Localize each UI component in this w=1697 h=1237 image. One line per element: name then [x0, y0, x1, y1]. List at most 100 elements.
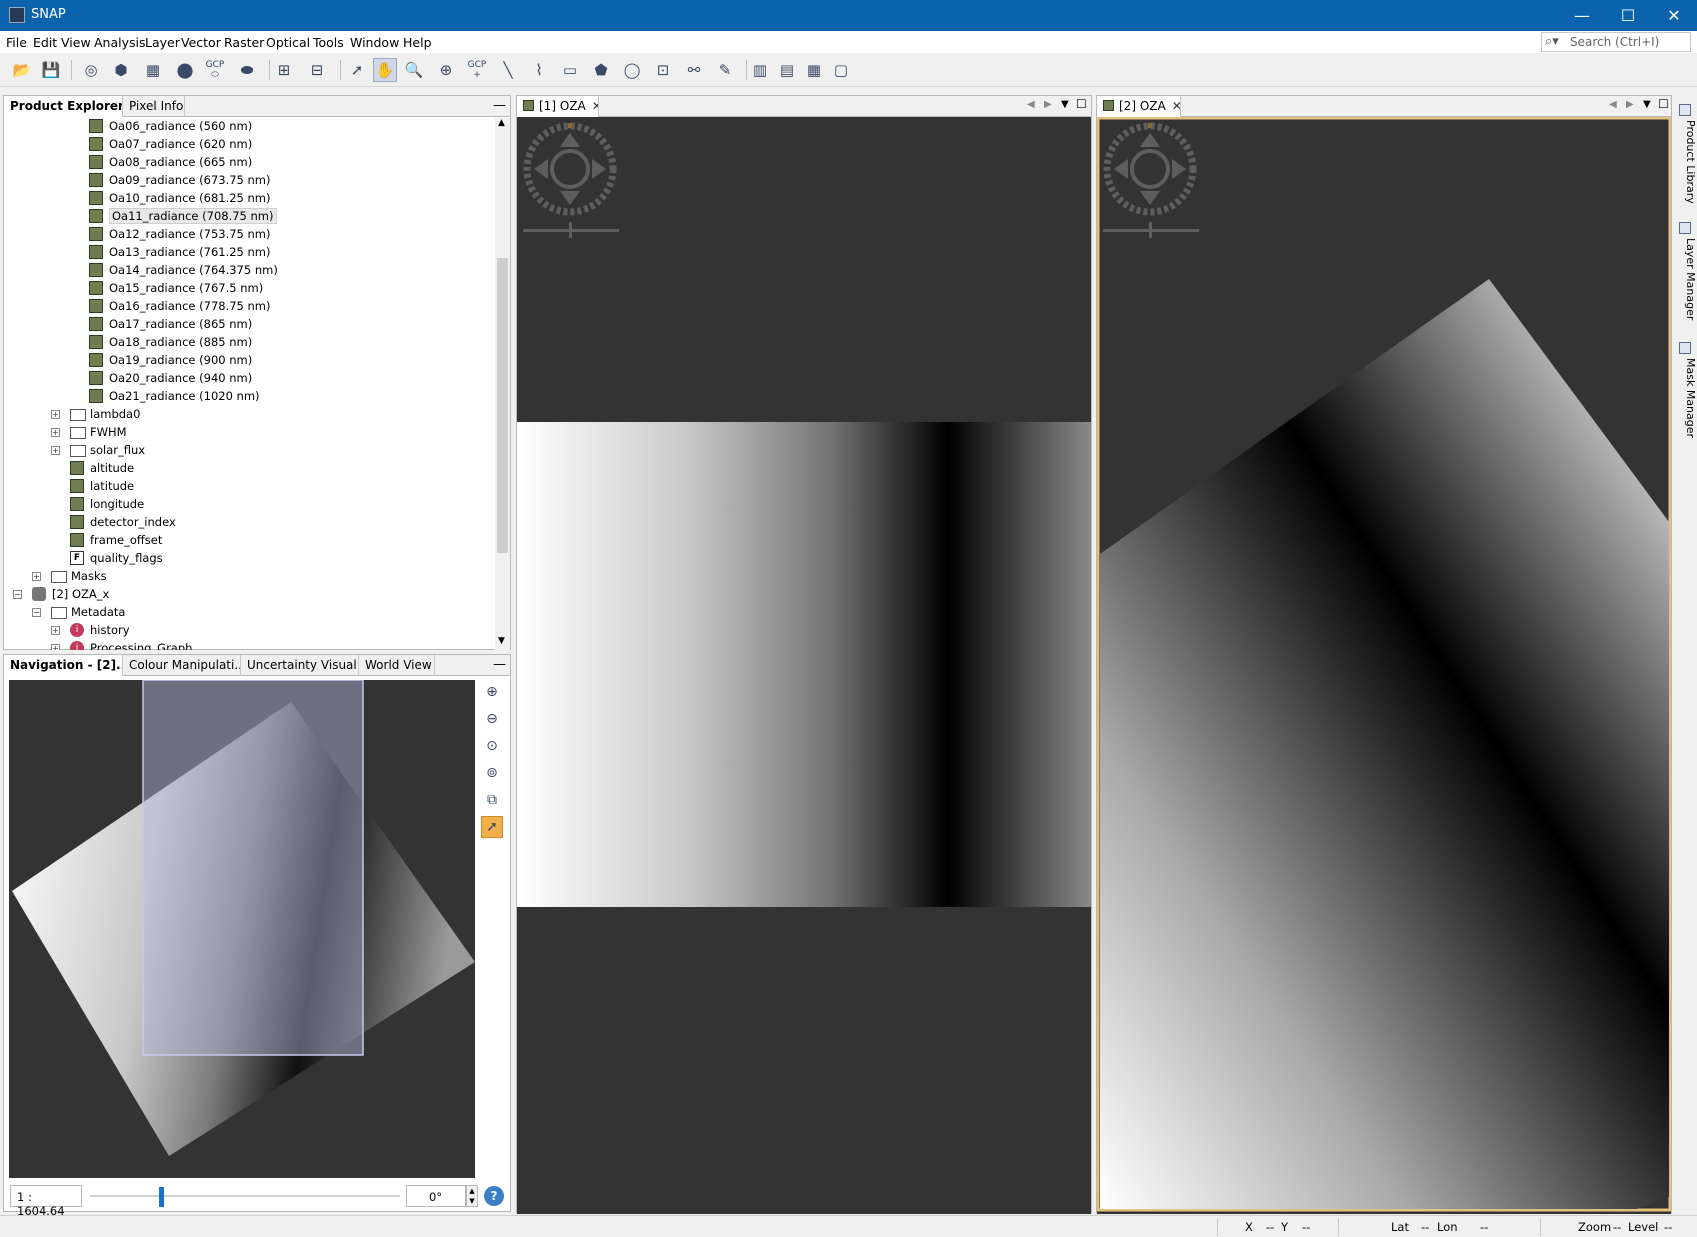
- maximize-view-icon[interactable]: ☐: [1658, 97, 1669, 111]
- side-tab-product-library[interactable]: Product Library: [1675, 104, 1697, 204]
- tab-uncertainty-visualisation[interactable]: Uncertainty Visual...: [241, 655, 359, 676]
- zoom-pixel-icon[interactable]: ⊙: [481, 735, 503, 757]
- tree-item[interactable]: Oa07_radiance (620 nm): [4, 136, 494, 154]
- close-button[interactable]: ✕: [1651, 0, 1697, 31]
- tile-single-icon[interactable]: ▢: [829, 58, 853, 82]
- menu-edit[interactable]: Edit: [33, 35, 57, 50]
- rotation-field[interactable]: 0°: [406, 1185, 466, 1207]
- tree-item[interactable]: Fquality_flags: [4, 550, 494, 568]
- search-box[interactable]: ⌕▾ Search (Ctrl+I): [1541, 32, 1691, 52]
- magic-wand-icon[interactable]: ⚯: [682, 58, 706, 82]
- session-icon[interactable]: ◎: [79, 58, 103, 82]
- navigation-overview-canvas[interactable]: [9, 680, 475, 1178]
- save-product-icon[interactable]: 💾: [39, 58, 63, 82]
- tree-item[interactable]: + solar_flux: [4, 442, 494, 460]
- tree-item[interactable]: Oa18_radiance (885 nm): [4, 334, 494, 352]
- ellipse-tool-icon[interactable]: ◯: [620, 58, 644, 82]
- polyline-tool-icon[interactable]: ⌇: [527, 58, 551, 82]
- zoom-all-icon[interactable]: ⊚: [481, 762, 503, 784]
- tab-scroll-left-icon[interactable]: ◀: [1609, 99, 1617, 110]
- tree-item[interactable]: − [2] OZA_x: [4, 586, 494, 604]
- tab-scroll-right-icon[interactable]: ▶: [1626, 99, 1634, 110]
- zoom-out-icon[interactable]: ⊖: [481, 708, 503, 730]
- gcp-manager-icon[interactable]: GCP ⬭: [203, 58, 227, 82]
- side-tab-mask-manager[interactable]: Mask Manager: [1675, 342, 1697, 442]
- tab-view-2-oza[interactable]: [2] OZA ✕: [1097, 96, 1181, 117]
- menu-window[interactable]: Window: [350, 35, 399, 50]
- range-finder-icon[interactable]: ⊡: [651, 58, 675, 82]
- tree-item[interactable]: Oa15_radiance (767.5 nm): [4, 280, 494, 298]
- expand-icon[interactable]: +: [32, 572, 41, 581]
- tab-view-1-oza[interactable]: [1] OZA ✕: [517, 96, 599, 117]
- help-icon[interactable]: ?: [484, 1186, 504, 1206]
- tab-list-icon[interactable]: ▼: [1061, 99, 1069, 110]
- gcp-placing-tool-icon[interactable]: GCP +: [465, 58, 489, 82]
- tree-item[interactable]: + lambda0: [4, 406, 494, 424]
- maximize-button[interactable]: ☐: [1605, 0, 1651, 31]
- batch-processing-icon[interactable]: ⊟: [305, 58, 329, 82]
- tree-item[interactable]: Oa21_radiance (1020 nm): [4, 388, 494, 406]
- tab-world-view[interactable]: World View: [359, 655, 435, 676]
- tree-item[interactable]: Oa13_radiance (761.25 nm): [4, 244, 494, 262]
- tree-item[interactable]: latitude: [4, 478, 494, 496]
- tab-scroll-right-icon[interactable]: ▶: [1044, 99, 1052, 110]
- tile-horizontally-icon[interactable]: ▥: [748, 58, 772, 82]
- tree-item[interactable]: Oa11_radiance (708.75 nm): [4, 208, 494, 226]
- tree-item[interactable]: Oa17_radiance (865 nm): [4, 316, 494, 334]
- expand-icon[interactable]: +: [51, 410, 60, 419]
- tree-item[interactable]: Oa12_radiance (753.75 nm): [4, 226, 494, 244]
- tab-navigation[interactable]: Navigation - [2]...✕: [4, 655, 123, 676]
- expand-icon[interactable]: +: [51, 446, 60, 455]
- tree-item[interactable]: + i Processing_Graph: [4, 640, 494, 650]
- tree-item[interactable]: Oa09_radiance (673.75 nm): [4, 172, 494, 190]
- graticule-icon[interactable]: ▦: [141, 58, 165, 82]
- tree-item[interactable]: Oa16_radiance (778.75 nm): [4, 298, 494, 316]
- minimize-panel-icon[interactable]: —: [493, 98, 506, 113]
- tree-item[interactable]: longitude: [4, 496, 494, 514]
- tree-item[interactable]: Oa19_radiance (900 nm): [4, 352, 494, 370]
- tab-scroll-left-icon[interactable]: ◀: [1027, 99, 1035, 110]
- tree-item[interactable]: Oa20_radiance (940 nm): [4, 370, 494, 388]
- tree-item[interactable]: + FWHM: [4, 424, 494, 442]
- menu-raster[interactable]: Raster: [224, 35, 264, 50]
- tree-item[interactable]: Oa14_radiance (764.375 nm): [4, 262, 494, 280]
- pan-tool-icon[interactable]: ✋: [373, 58, 397, 82]
- menu-optical[interactable]: Optical: [266, 35, 310, 50]
- view1-image-canvas[interactable]: [517, 117, 1091, 1214]
- tree-item[interactable]: Oa06_radiance (560 nm): [4, 118, 494, 136]
- tile-evenly-icon[interactable]: ▦: [802, 58, 826, 82]
- scroll-down-icon[interactable]: ▼: [498, 636, 505, 646]
- zoom-tool-icon[interactable]: 🔍: [402, 58, 426, 82]
- tree-item[interactable]: altitude: [4, 460, 494, 478]
- collapse-icon[interactable]: −: [32, 608, 41, 617]
- magic-stick-icon[interactable]: ✎: [713, 58, 737, 82]
- graph-builder-icon[interactable]: ⊞: [272, 58, 296, 82]
- menu-file[interactable]: File: [6, 35, 27, 50]
- side-tab-layer-manager[interactable]: Layer Manager: [1675, 222, 1697, 322]
- close-icon[interactable]: ✕: [592, 99, 598, 113]
- pin-icon[interactable]: ⬤: [173, 58, 197, 82]
- zoom-slider-track[interactable]: [90, 1195, 400, 1197]
- polygon-tool-icon[interactable]: ⬟: [589, 58, 613, 82]
- menu-vector[interactable]: Vector: [181, 35, 221, 50]
- line-tool-icon[interactable]: ╲: [496, 58, 520, 82]
- tab-product-explorer[interactable]: Product Explorer✕: [4, 96, 123, 117]
- navigation-viewport-rect[interactable]: [142, 680, 364, 1056]
- tile-vertically-icon[interactable]: ▤: [775, 58, 799, 82]
- close-icon[interactable]: ✕: [1172, 99, 1180, 113]
- zoom-in-icon[interactable]: ⊕: [481, 681, 503, 703]
- rectangle-tool-icon[interactable]: ▭: [558, 58, 582, 82]
- select-tool-icon[interactable]: ➚: [345, 58, 369, 82]
- menu-help[interactable]: Help: [403, 35, 432, 50]
- tree-item[interactable]: detector_index: [4, 514, 494, 532]
- sync-cursor-icon[interactable]: ➚: [481, 816, 503, 838]
- menu-layer[interactable]: Layer: [145, 35, 180, 50]
- world-map-icon[interactable]: ⬬: [235, 58, 259, 82]
- menu-view[interactable]: View: [61, 35, 91, 50]
- collapse-icon[interactable]: −: [13, 590, 22, 599]
- menu-tools[interactable]: Tools: [313, 35, 344, 50]
- tree-item[interactable]: Oa08_radiance (665 nm): [4, 154, 494, 172]
- tree-item[interactable]: + Masks: [4, 568, 494, 586]
- minimize-button[interactable]: —: [1559, 0, 1605, 31]
- product-library-icon[interactable]: ⬢: [109, 58, 133, 82]
